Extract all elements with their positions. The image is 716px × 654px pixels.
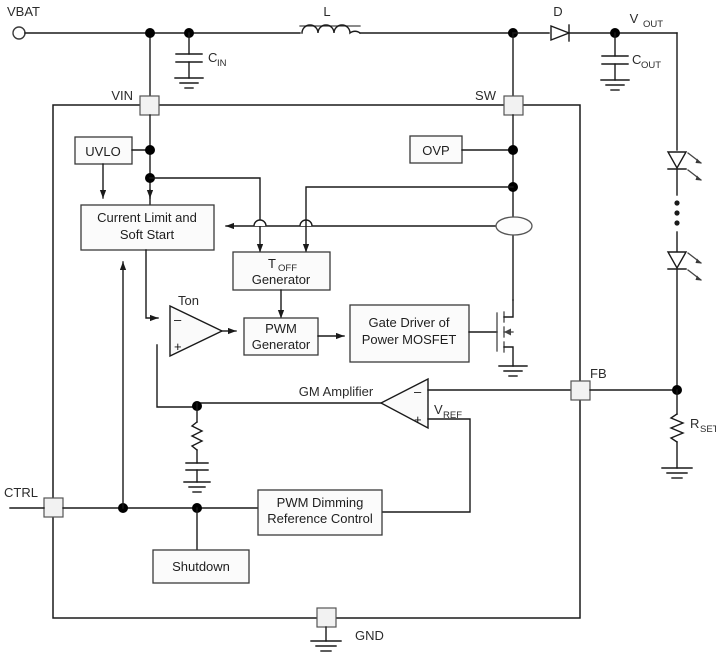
block-current-limit-line2: Soft Start bbox=[120, 227, 175, 242]
rset-label: R bbox=[690, 416, 699, 431]
diode-body bbox=[550, 24, 571, 42]
ovp-sw-node-dot bbox=[508, 145, 518, 155]
mosfet-source-lead bbox=[503, 346, 514, 367]
inductor-label: L bbox=[323, 4, 330, 19]
ton-comparator-minus: – bbox=[174, 312, 182, 327]
pin-gnd[interactable] bbox=[316, 607, 337, 628]
block-pwm-line2: Generator bbox=[252, 337, 311, 352]
cout-label-sub: OUT bbox=[641, 60, 661, 71]
rset-resistor bbox=[669, 413, 685, 443]
comp-resistor bbox=[190, 421, 204, 451]
wire-hop-toff-branch bbox=[253, 219, 267, 227]
cin-label-sub: IN bbox=[217, 58, 227, 69]
block-gate-driver-line1: Gate Driver of bbox=[369, 315, 450, 330]
led-ellipsis-dot-2 bbox=[674, 210, 680, 216]
ton-comparator-plus: + bbox=[174, 339, 182, 354]
block-ovp-label: OVP bbox=[422, 143, 449, 158]
pin-gnd-label: GND bbox=[355, 628, 384, 643]
pin-sw-label: SW bbox=[475, 88, 497, 103]
gm-amplifier-plus: + bbox=[414, 412, 422, 427]
block-pwm-dimming-line2: Reference Control bbox=[267, 511, 373, 526]
current-limit-to-ton-minus bbox=[145, 249, 159, 322]
pin-vin[interactable] bbox=[139, 95, 160, 116]
led-ellipsis-dot-1 bbox=[674, 200, 680, 206]
pin-fb-label: FB bbox=[590, 366, 607, 381]
vbat-label: VBAT bbox=[7, 4, 40, 19]
vout-label-sub: OUT bbox=[643, 19, 663, 30]
cout-label: C bbox=[632, 52, 641, 67]
block-toff-line2: Generator bbox=[252, 272, 311, 287]
vref-label: V bbox=[434, 402, 443, 417]
block-diagram-canvas: VBAT L D V OUT C IN C OUT VIN SW UVLO Cu… bbox=[0, 0, 716, 654]
diode-label: D bbox=[553, 4, 562, 19]
cin-label: C bbox=[208, 50, 217, 65]
block-shutdown-label: Shutdown bbox=[172, 559, 230, 574]
pin-sw[interactable] bbox=[503, 95, 524, 116]
led-driver-block-diagram: VBAT L D V OUT C IN C OUT VIN SW UVLO Cu… bbox=[4, 4, 716, 652]
block-gate-driver-line2: Power MOSFET bbox=[362, 332, 457, 347]
ic-boundary bbox=[52, 104, 581, 619]
block-pwm-line1: PWM bbox=[265, 321, 297, 336]
led-ellipsis-dot-3 bbox=[674, 220, 680, 226]
vbat-terminal bbox=[12, 26, 26, 40]
pin-vin-label: VIN bbox=[111, 88, 133, 103]
vbat-node-dot bbox=[145, 28, 155, 38]
rset-label-sub: SET bbox=[700, 424, 716, 435]
gm-amplifier-minus: – bbox=[414, 384, 422, 399]
mosfet-body-arrow bbox=[504, 328, 511, 336]
pin-fb[interactable] bbox=[570, 380, 591, 401]
led-2-body bbox=[666, 251, 688, 270]
led-1-body bbox=[666, 151, 688, 170]
ton-comparator-label: Ton bbox=[178, 293, 199, 308]
vref-to-pwm-dimming-wire bbox=[381, 418, 471, 513]
vout-label: V bbox=[630, 11, 639, 26]
current-sense-element bbox=[495, 216, 533, 236]
mosfet-drain-to-sw bbox=[503, 299, 514, 318]
block-pwm-dimming-line1: PWM Dimming bbox=[277, 495, 364, 510]
feedback-to-ton-plus bbox=[156, 344, 198, 408]
pin-ctrl[interactable] bbox=[43, 497, 64, 518]
pin-ctrl-label: CTRL bbox=[4, 485, 38, 500]
sw-to-toff-branch bbox=[302, 186, 514, 253]
block-uvlo-label: UVLO bbox=[85, 144, 120, 159]
block-toff-line1: T bbox=[268, 256, 276, 271]
uvlo-vin-node-dot bbox=[145, 145, 155, 155]
gm-amplifier-label: GM Amplifier bbox=[299, 384, 374, 399]
block-current-limit-line1: Current Limit and bbox=[97, 210, 197, 225]
